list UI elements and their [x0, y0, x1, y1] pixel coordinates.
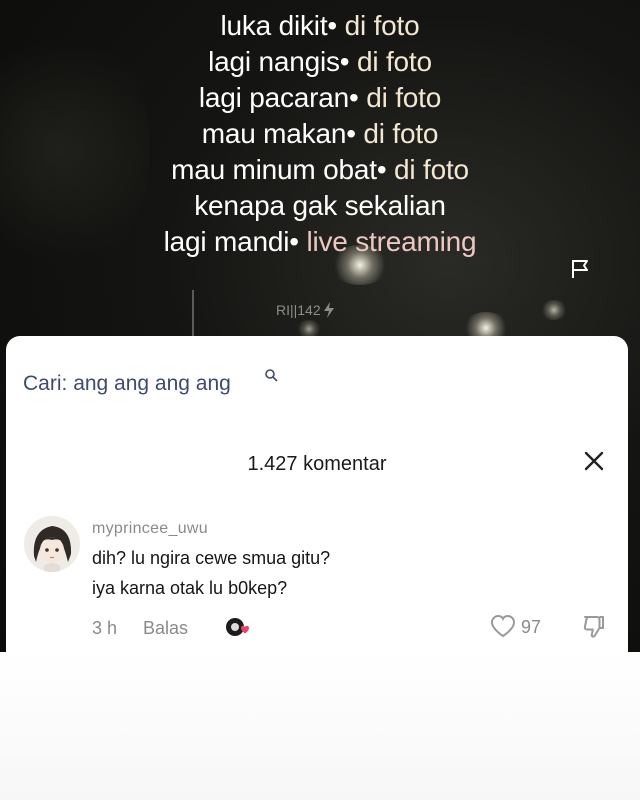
- overlay-line: mau minum obat• di foto: [171, 154, 469, 185]
- avatar[interactable]: [24, 516, 80, 572]
- comments-panel: Cari: ang ang ang ang 1.427 komentar myp…: [6, 336, 628, 652]
- overlay-line: luka dikit• di foto: [220, 10, 420, 41]
- overlay-text: luka dikit• di foto lagi nangis• di foto…: [0, 8, 640, 260]
- reply-button[interactable]: Balas: [143, 618, 188, 639]
- overlay-line: lagi mandi• live streaming: [163, 226, 477, 257]
- comment-count-label: komentar: [303, 453, 387, 475]
- close-icon[interactable]: [583, 450, 605, 472]
- overlay-line: lagi pacaran• di foto: [198, 82, 442, 113]
- anime-girl-avatar-icon: [24, 516, 80, 572]
- like-count: 97: [521, 617, 542, 637]
- comment-username[interactable]: myprincee_uwu: [92, 520, 208, 538]
- comment-time: 3 h: [92, 618, 118, 638]
- search-suggestion[interactable]: Cari: ang ang ang ang: [23, 372, 231, 396]
- lightning-icon: [323, 302, 334, 318]
- comment-text-line: dih? lu ngira cewe smua gitu?: [92, 548, 331, 568]
- search-icon: [265, 369, 278, 382]
- dislike-icon[interactable]: [582, 614, 606, 640]
- blank-area: [0, 652, 640, 800]
- search-query[interactable]: ang ang ang ang: [73, 372, 231, 395]
- street-light: [540, 300, 568, 320]
- comment-text-line: iya karna otak lu b0kep?: [92, 578, 288, 598]
- overlay-line: kenapa gak sekalian: [194, 190, 446, 221]
- search-label: Cari:: [23, 372, 68, 395]
- heart-icon[interactable]: [490, 614, 516, 638]
- comment-count: 1.427 komentar: [6, 453, 628, 476]
- report-flag-icon[interactable]: [569, 258, 591, 280]
- watermark-text: RI||142: [276, 302, 321, 318]
- overlay-line: lagi nangis• di foto: [208, 46, 432, 77]
- creator-liked-badge-icon: [226, 618, 249, 636]
- overlay-line: mau makan• di foto: [201, 118, 439, 149]
- watermark: RI||142: [276, 300, 335, 320]
- comment-count-number: 1.427: [247, 453, 298, 475]
